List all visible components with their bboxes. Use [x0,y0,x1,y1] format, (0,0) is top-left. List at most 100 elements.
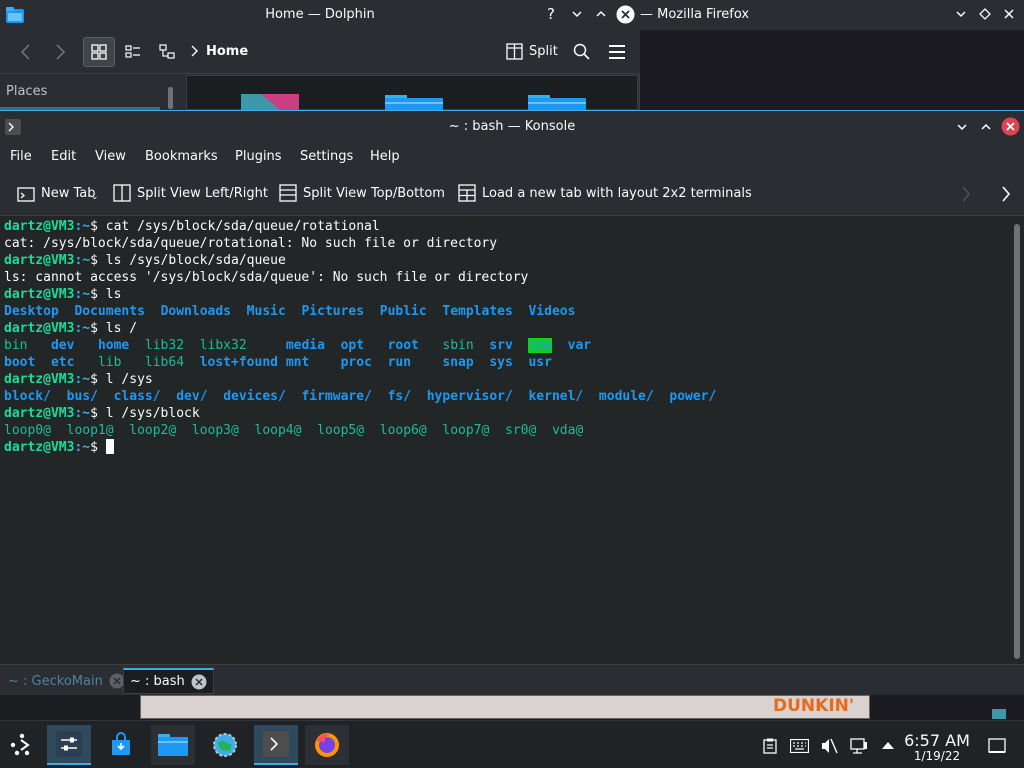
split-icon [506,43,523,60]
file-thumbnail[interactable] [241,94,299,111]
search-icon[interactable] [573,43,591,61]
close-icon[interactable] [1003,8,1015,20]
taskbar-dolphin[interactable] [151,725,195,765]
split-label: Split [529,44,558,59]
details-view-button[interactable] [152,37,182,67]
volume-muted-icon[interactable] [820,737,838,755]
file-view [186,75,638,111]
terminal-entry: block/ [4,389,51,404]
maximize-icon[interactable] [595,8,607,20]
taskbar-discover[interactable] [99,725,143,765]
terminal-entry: lost+found [199,355,278,370]
terminal-scrollbar[interactable] [1010,216,1024,664]
terminal-entry: loop6@ [379,423,427,438]
terminal-line: dartz@VM3:~$ l /sys/block [4,406,200,421]
terminal-entry: Desktop [4,304,59,319]
help-icon[interactable]: ? [547,5,555,23]
icons-view-button[interactable] [83,37,115,67]
terminal-entry: Music [246,304,286,319]
terminal-output[interactable]: dartz@VM3:~$ cat /sys/block/sda/queue/ro… [0,216,1010,664]
terminal-entry: devices/ [223,389,286,404]
firefox-window-title: — Mozilla Firefox [640,7,750,22]
menu-view[interactable]: View [95,149,126,164]
tab-label: ~ : GeckoMain [8,673,103,689]
network-wired-icon[interactable] [850,738,868,754]
breadcrumb-home[interactable]: Home [206,44,248,59]
menu-plugins[interactable]: Plugins [235,149,282,164]
terminal-entry: opt [340,338,365,353]
menu-settings[interactable]: Settings [300,149,353,164]
split-button[interactable]: Split [506,43,558,60]
minimize-icon[interactable] [956,121,968,133]
toolbar-overflow-chevron-icon[interactable] [1001,186,1011,202]
clock-date[interactable]: 1/19/22 [902,749,972,763]
taskbar-system-settings[interactable] [47,725,91,765]
compact-view-button[interactable] [118,37,148,67]
konsole-window-title: ~ : bash — Konsole [448,119,576,134]
terminal-entry: class/ [113,389,161,404]
folder-icon[interactable] [528,95,586,111]
terminal-line: ls: cannot access '/sys/block/sda/queue'… [4,270,529,285]
scrollbar-thumb[interactable] [1014,224,1020,659]
system-tray-expand-icon[interactable] [881,741,895,750]
firefox-titlebar[interactable]: — Mozilla Firefox [640,0,1024,30]
back-button[interactable] [12,37,40,67]
maximize-icon[interactable] [980,121,992,133]
shopping-bag-icon [108,732,134,758]
minimize-icon[interactable] [571,8,583,20]
konsole-titlebar[interactable]: ~ : bash — Konsole [0,110,1024,142]
firefox-page-fragment: DUNKIN' [140,695,870,719]
terminal-entry: libx32 [199,338,247,353]
folder-icon[interactable] [385,95,443,111]
terminal-entry: proc [340,355,372,370]
tab-close-icon[interactable] [191,674,207,690]
terminal-line: Desktop Documents Downloads Music Pictur… [4,303,1006,320]
split-top-bottom-button[interactable]: Split View Top/Bottom [279,184,445,202]
terminal-entry: mnt [285,355,310,370]
terminal-entry: firmware/ [301,389,372,404]
clock-time[interactable]: 6:57 AM [902,731,972,750]
split-left-right-button[interactable]: Split View Left/Right [113,184,268,202]
menu-file[interactable]: File [10,149,32,164]
terminal-entry: root [387,338,419,353]
show-desktop-icon[interactable] [988,738,1006,754]
forward-button[interactable] [46,37,74,67]
places-scrollbar[interactable] [168,87,173,109]
menu-edit[interactable]: Edit [51,149,76,164]
keep-above-icon[interactable] [979,8,991,20]
taskbar-konsole[interactable] [254,725,298,765]
taskbar-firefox-settings[interactable] [203,725,247,765]
keyboard-icon[interactable] [790,739,809,753]
terminal-entry: dev/ [176,389,208,404]
tab-geckomain[interactable]: ~ : GeckoMain [2,668,131,694]
load-layout-button[interactable]: Load a new tab with layout 2x2 terminals [458,184,752,202]
terminal-entry: etc [50,355,75,370]
terminal-entry: power/ [669,389,717,404]
close-icon[interactable] [616,5,635,24]
konsole-menubar: File Edit View Bookmarks Plugins Setting… [0,142,1024,172]
menu-help[interactable]: Help [370,149,400,164]
split-horizontal-icon [279,184,297,202]
hamburger-menu-icon[interactable] [608,44,626,60]
terminal-line: dartz@VM3:~$ [4,439,1006,456]
terminal-entry: snap [442,355,474,370]
toolbar-scroll-left-icon[interactable] [961,186,971,202]
close-icon[interactable] [1001,117,1020,136]
app-launcher-button[interactable] [0,725,44,765]
clipboard-icon[interactable] [762,738,778,754]
menu-bookmarks[interactable]: Bookmarks [145,149,218,164]
new-tab-button[interactable]: New Tab ⌄ [17,184,99,202]
chevron-down-icon[interactable]: ⌄ [91,192,99,202]
dolphin-toolbar: Home Split [0,30,640,74]
tab-label: ~ : bash [130,674,185,689]
tab-bash[interactable]: ~ : bash [123,668,214,694]
konsole-main-toolbar: New Tab ⌄ Split View Left/Right Split Vi… [0,172,1024,216]
terminal-entry: srv [489,338,513,353]
terminal-entry: Videos [528,304,576,319]
dolphin-titlebar[interactable]: Home — Dolphin ? [0,0,640,30]
taskbar-firefox[interactable] [305,725,349,765]
terminal-line: dartz@VM3:~$ ls [4,287,122,302]
minimize-icon[interactable] [955,8,967,20]
places-panel: Places [0,75,176,110]
terminal-cursor [105,439,114,454]
